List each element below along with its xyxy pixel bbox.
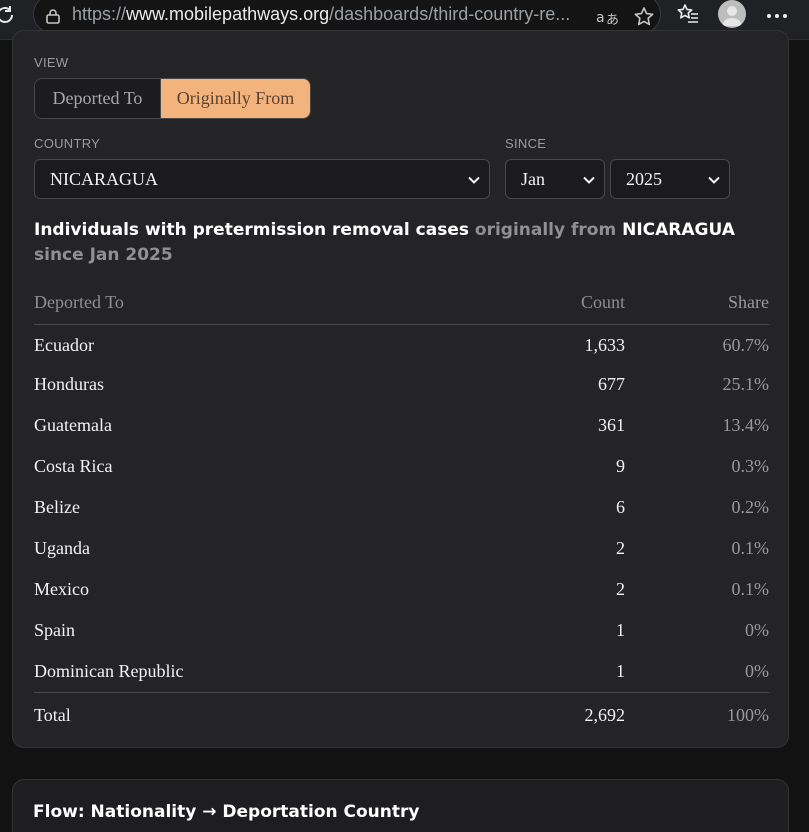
column-header-share: Share [625, 281, 769, 325]
row-count: 1 [616, 660, 625, 681]
chevron-down-icon [468, 176, 480, 184]
url-text[interactable]: https://www.mobilepathways.org/dashboard… [72, 4, 572, 25]
year-select-value: 2025 [626, 168, 662, 189]
row-country: Dominican Republic [34, 660, 184, 681]
chevron-down-icon [708, 176, 720, 184]
svg-text:a: a [596, 10, 605, 26]
view-label: VIEW [34, 55, 69, 70]
row-share: 0.1% [731, 538, 770, 558]
translate-icon[interactable]: a あ [596, 6, 620, 28]
row-share: 25.1% [722, 374, 770, 394]
deportation-table: Deported To Count Share Ecuador 1,633 60… [34, 281, 769, 738]
reload-icon[interactable] [0, 4, 16, 26]
flow-card-title: Flow: Nationality → Deportation Country [33, 802, 420, 822]
row-country: Mexico [34, 579, 89, 599]
row-count: 6 [616, 497, 625, 517]
view-option-originally-from[interactable]: Originally From [161, 79, 310, 118]
table-row: Ecuador 1,633 60.7% [34, 324, 769, 364]
heading-part3: since Jan 2025 [34, 245, 173, 265]
row-country: Costa Rica [34, 456, 113, 476]
table-header-row: Deported To Count Share [34, 281, 769, 325]
row-count: 9 [616, 456, 625, 476]
svg-text:あ: あ [606, 13, 619, 28]
table-total-row: Total 2,692 100% [34, 691, 769, 738]
row-count: 1,633 [584, 334, 626, 355]
row-count: 1 [616, 620, 625, 640]
row-share: 60.7% [722, 334, 770, 355]
column-header-deported-to: Deported To [34, 281, 454, 325]
month-select-value: Jan [521, 168, 545, 189]
view-option-deported-to[interactable]: Deported To [35, 79, 161, 118]
table-row: Mexico 2 0.1% [34, 569, 769, 610]
row-share: 0.2% [731, 497, 770, 517]
url-host: www.mobilepathways.org [126, 4, 330, 24]
row-count: 677 [598, 374, 625, 394]
table-row: Belize 6 0.2% [34, 487, 769, 528]
row-share: 0.3% [731, 456, 770, 476]
row-count: 2 [616, 579, 625, 599]
row-share: 13.4% [722, 415, 770, 435]
total-share: 100% [625, 691, 769, 738]
url-prefix: https:// [72, 4, 127, 24]
country-label: COUNTRY [34, 136, 101, 151]
flow-card: Flow: Nationality → Deportation Country [12, 779, 789, 832]
more-options-icon[interactable] [766, 4, 788, 24]
year-select[interactable]: 2025 [610, 159, 730, 199]
favorites-list-icon[interactable] [676, 2, 700, 26]
total-label: Total [34, 691, 454, 738]
table-row: Spain 1 0% [34, 610, 769, 651]
month-select[interactable]: Jan [505, 159, 605, 199]
dashboard-card: VIEW Deported To Originally From COUNTRY… [12, 30, 789, 748]
heading-country: NICARAGUA [622, 220, 735, 240]
row-share: 0.1% [731, 579, 770, 599]
chevron-down-icon [583, 176, 595, 184]
row-country: Uganda [34, 538, 90, 558]
address-bar[interactable]: https://www.mobilepathways.org/dashboard… [33, 0, 661, 34]
table-row: Uganda 2 0.1% [34, 528, 769, 569]
favorite-star-icon[interactable] [632, 5, 656, 29]
row-country: Belize [34, 497, 80, 517]
table-row: Dominican Republic 1 0% [34, 651, 769, 692]
site-info-icon[interactable] [44, 7, 62, 25]
row-country: Ecuador [34, 334, 94, 355]
row-country: Spain [34, 620, 76, 640]
heading-part1: Individuals with pretermission removal c… [34, 220, 475, 240]
row-count: 361 [598, 415, 625, 435]
country-select[interactable]: NICARAGUA [34, 159, 490, 199]
profile-avatar[interactable] [718, 0, 746, 28]
url-path: /dashboards/third-country-re... [329, 4, 571, 24]
since-label: SINCE [505, 136, 547, 151]
user-avatar-icon [722, 6, 742, 26]
table-row: Guatemala 361 13.4% [34, 405, 769, 446]
column-header-count: Count [454, 281, 625, 325]
table-row: Honduras 677 25.1% [34, 364, 769, 405]
view-toggle: Deported To Originally From [34, 78, 311, 119]
row-share: 0% [745, 620, 769, 640]
row-count: 2 [616, 538, 625, 558]
row-country: Honduras [34, 374, 104, 394]
table-row: Costa Rica 9 0.3% [34, 446, 769, 487]
heading-part2: originally from [474, 220, 623, 240]
country-select-value: NICARAGUA [50, 168, 158, 189]
row-share: 0% [745, 660, 769, 681]
row-country: Guatemala [34, 415, 112, 435]
results-heading: Individuals with pretermission removal c… [34, 218, 764, 268]
total-count: 2,692 [454, 691, 625, 738]
